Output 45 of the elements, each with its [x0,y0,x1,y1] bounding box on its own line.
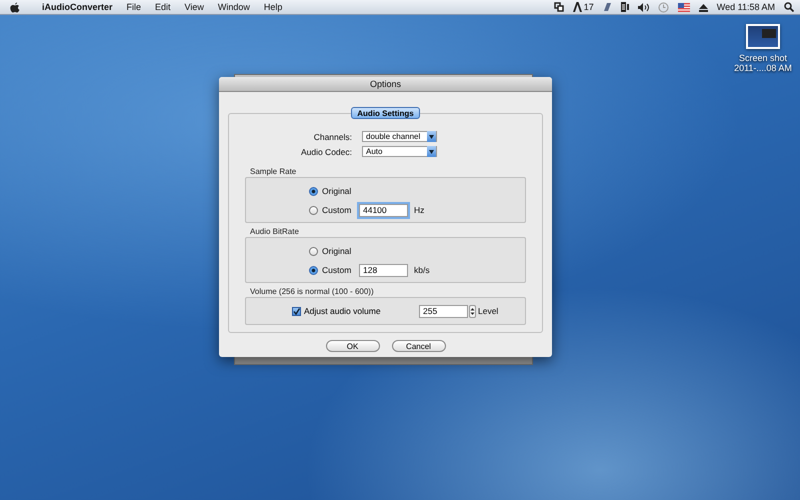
radio-button[interactable]: Custom [309,265,359,275]
dropdown[interactable]: Auto [362,146,437,157]
menu-item[interactable]: Help [264,2,282,12]
input-field[interactable]: 44100 [359,204,408,216]
status-count: 17 [584,2,594,12]
radio-button[interactable]: Original [309,246,359,256]
file-label[interactable]: 2011-....08 AM [734,63,792,73]
menu-item[interactable]: View [184,2,204,12]
input-field[interactable]: 255 [419,304,468,318]
checkbox[interactable]: Adjust audio volume [292,306,419,316]
unit-label: Level [478,306,498,316]
radio-button[interactable]: Custom [309,205,359,215]
tab[interactable]: Audio Settings [351,107,420,119]
group-title: Volume (256 is normal (100 - 600)) [249,287,375,297]
field-label: Audio Codec: [300,146,353,156]
menu-item[interactable]: Window [218,2,250,12]
checkmark-icon [293,308,300,314]
apple-logo-icon[interactable] [10,2,20,12]
menu-item[interactable]: Edit [155,2,171,12]
unit-label: kb/s [414,265,430,275]
input-field[interactable]: 128 [359,264,408,276]
dialog-title: Options [370,79,402,89]
radio-button[interactable]: Original [309,186,359,196]
stepper-icon[interactable] [469,304,476,318]
menubar-clock[interactable]: Wed 11:58 AM [716,2,775,12]
field-label: Channels: [312,132,353,142]
file-label[interactable]: Screen shot [738,53,788,63]
screenshot-thumbnail-icon[interactable] [746,24,780,49]
caret-icon [429,150,434,154]
windows-icon[interactable] [554,2,564,12]
search-icon[interactable] [784,2,794,12]
dialog-button[interactable]: OK [326,340,380,352]
dropdown[interactable]: double channel [362,131,437,142]
app-menu[interactable]: iAudioConverter [42,2,113,12]
speaker-icon[interactable] [638,2,649,12]
letter-a-icon[interactable] [572,2,582,12]
flag-icon[interactable] [678,2,690,12]
menu-item[interactable]: File [126,2,142,12]
group-title: Sample Rate [249,167,298,177]
dialog-button[interactable]: Cancel [392,340,446,352]
unit-label: Hz [414,205,424,215]
caret-icon [429,134,434,138]
eject-icon[interactable] [698,2,708,12]
list-icon[interactable] [620,2,629,12]
group-title: Audio BitRate [249,227,300,237]
